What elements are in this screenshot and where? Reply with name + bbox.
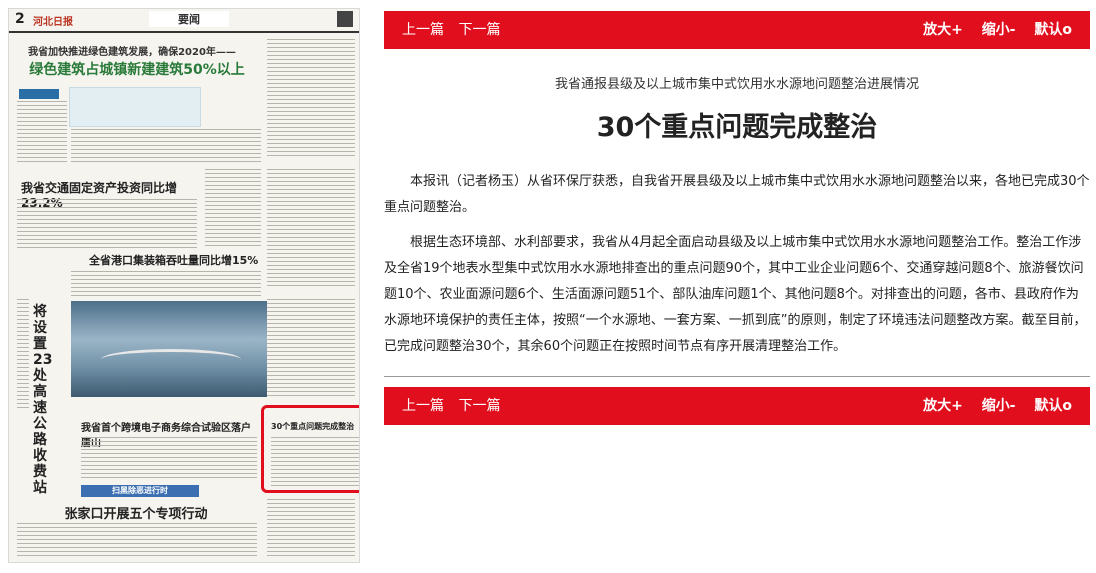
thumb-text-column [17,199,197,249]
paper-masthead: 2 河北日报 要闻 [9,9,359,33]
next-article-link[interactable]: 下一篇 [458,22,500,38]
article-highlight-box[interactable] [261,405,359,493]
thumb-text-column [267,169,355,289]
thumb-headline-port: 全省港口集装箱吞吐量同比增15% [89,254,259,267]
next-article-link-bottom[interactable]: 下一篇 [458,398,500,414]
article-body: 我省通报县级及以上城市集中式饮用水水源地问题整治进展情况 30个重点问题完成整治… [384,60,1090,360]
top-toolbar: 上一篇 下一篇 放大+ 缩小- 默认o [384,11,1090,49]
thumb-band: 扫黑除恶进行时 [81,485,199,497]
newspaper-page-thumbnail[interactable]: 2 河北日报 要闻 我省加快推进绿色建筑发展，确保2020年—— 绿色建筑占城镇… [8,8,360,563]
article-title: 30个重点问题完成整治 [596,112,878,143]
page-number: 2 [15,11,25,27]
thumb-text-column [17,101,67,163]
thumb-infographic [69,87,201,127]
thumb-text-column [205,169,261,249]
qr-code-icon [337,11,353,27]
thumb-headline-green: 绿色建筑占城镇新建建筑50%以上 [29,62,245,78]
thumb-text-column [267,499,355,559]
thumb-text-column [71,271,261,297]
article-pre-title: 我省通报县级及以上城市集中式饮用水水源地问题整治进展情况 [554,77,919,92]
thumb-text-column [267,299,355,399]
thumb-text-column [267,39,355,159]
zoom-default-button[interactable]: 默认o [1034,22,1072,38]
thumb-headline-top: 我省加快推进绿色建筑发展，确保2020年—— [28,47,236,58]
prev-article-link-bottom[interactable]: 上一篇 [402,398,444,414]
article-nav-bottom: 上一篇 下一篇 [402,387,510,425]
zoom-controls: 放大+ 缩小- 默认o [909,11,1072,49]
thumb-headline-bottom: 张家口开展五个专项行动 [64,507,208,522]
zoom-in-button-bottom[interactable]: 放大+ [923,398,963,414]
article-paragraph-2: 根据生态环境部、水利部要求，我省从4月起全面启动县级及以上城市集中式饮用水水源地… [384,235,1087,354]
zoom-controls-bottom: 放大+ 缩小- 默认o [909,387,1072,425]
prev-article-link[interactable]: 上一篇 [402,22,444,38]
zoom-out-button[interactable]: 缩小- [982,22,1016,38]
zoom-out-button-bottom[interactable]: 缩小- [982,398,1016,414]
bottom-toolbar: 上一篇 下一篇 放大+ 缩小- 默认o [384,387,1090,425]
zoom-in-button[interactable]: 放大+ [923,22,963,38]
thumb-text-column [17,523,257,559]
thumb-bridge-model [101,349,241,370]
thumb-tag [19,89,59,99]
zoom-default-button-bottom[interactable]: 默认o [1034,398,1072,414]
thumb-text-column [71,129,261,163]
section-label: 要闻 [149,11,229,27]
article-nav: 上一篇 下一篇 [402,11,510,49]
thumb-photo [71,301,267,397]
article-paragraph-1: 本报讯（记者杨玉）从省环保厅获悉，自我省开展县级及以上城市集中式饮用水水源地问题… [384,174,1090,215]
thumb-headline-vertical: 将设置23处高速公路收费站 [33,304,53,496]
thumb-band-text: 扫黑除恶进行时 [112,486,168,495]
thumb-text-column [17,299,29,409]
thumb-text-column [81,437,257,481]
divider [384,376,1090,377]
paper-name: 河北日报 [33,17,73,28]
